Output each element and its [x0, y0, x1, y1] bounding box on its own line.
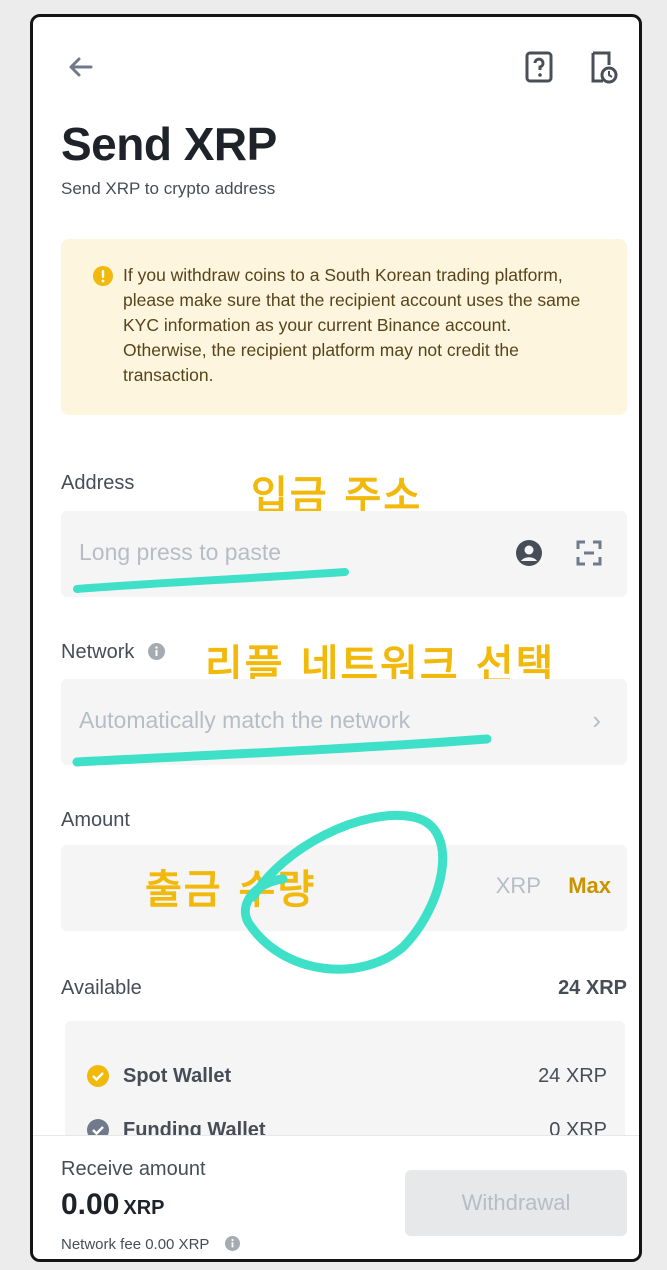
network-fee-text: Network fee 0.00 XRP	[61, 1236, 210, 1253]
wallet-list: Spot Wallet 24 XRP Funding Wallet 0 XRP	[65, 1021, 625, 1146]
history-icon[interactable]	[585, 47, 621, 87]
info-icon[interactable]	[225, 1236, 241, 1251]
max-button[interactable]: Max	[568, 873, 611, 899]
network-label-text: Network	[61, 641, 135, 663]
receive-amount-label: Receive amount	[61, 1158, 206, 1180]
withdrawal-button[interactable]: Withdrawal	[405, 1170, 627, 1236]
receive-amount-number: 0.00	[61, 1188, 120, 1221]
kyc-notice: If you withdraw coins to a South Korean …	[61, 239, 627, 415]
info-icon[interactable]	[147, 643, 165, 660]
amount-label: Amount	[61, 809, 130, 831]
footer-bar: Receive amount 0.00 XRP Network fee 0.00 …	[33, 1135, 639, 1259]
network-label: Network	[61, 641, 165, 664]
address-label: Address	[61, 472, 135, 494]
network-select[interactable]: Automatically match the network ›	[61, 679, 627, 765]
receive-amount-value: 0.00 XRP	[61, 1188, 165, 1222]
wallet-value: 24 XRP	[538, 1065, 607, 1087]
alert-circle-icon	[93, 266, 113, 286]
phone-screen: Send XRP Send XRP to crypto address If y…	[30, 14, 642, 1262]
help-book-icon[interactable]	[521, 47, 557, 87]
network-fee: Network fee 0.00 XRP	[61, 1236, 241, 1253]
check-circle-icon	[87, 1065, 109, 1087]
wallet-name: Spot Wallet	[123, 1065, 232, 1087]
chevron-right-icon: ›	[592, 705, 601, 735]
address-input[interactable]: Long press to paste	[61, 511, 627, 597]
amount-unit: XRP	[495, 873, 541, 898]
notice-text: If you withdraw coins to a South Korean …	[123, 265, 581, 385]
page-subtitle: Send XRP to crypto address	[61, 179, 276, 198]
available-label: Available	[61, 977, 142, 999]
page-title: Send XRP	[61, 118, 277, 170]
available-row: Available 24 XRP	[61, 977, 627, 1007]
amount-annotation: 출금 수량	[145, 867, 317, 913]
arrow-left-icon[interactable]	[61, 47, 101, 87]
contact-icon[interactable]	[515, 539, 543, 567]
address-placeholder: Long press to paste	[79, 539, 282, 565]
available-value: 24 XRP	[558, 977, 627, 999]
scan-icon[interactable]	[575, 539, 603, 567]
top-bar	[33, 17, 639, 117]
wallet-row-spot[interactable]: Spot Wallet 24 XRP	[87, 1063, 607, 1093]
network-placeholder: Automatically match the network	[79, 707, 411, 733]
receive-amount-unit: XRP	[123, 1197, 165, 1219]
